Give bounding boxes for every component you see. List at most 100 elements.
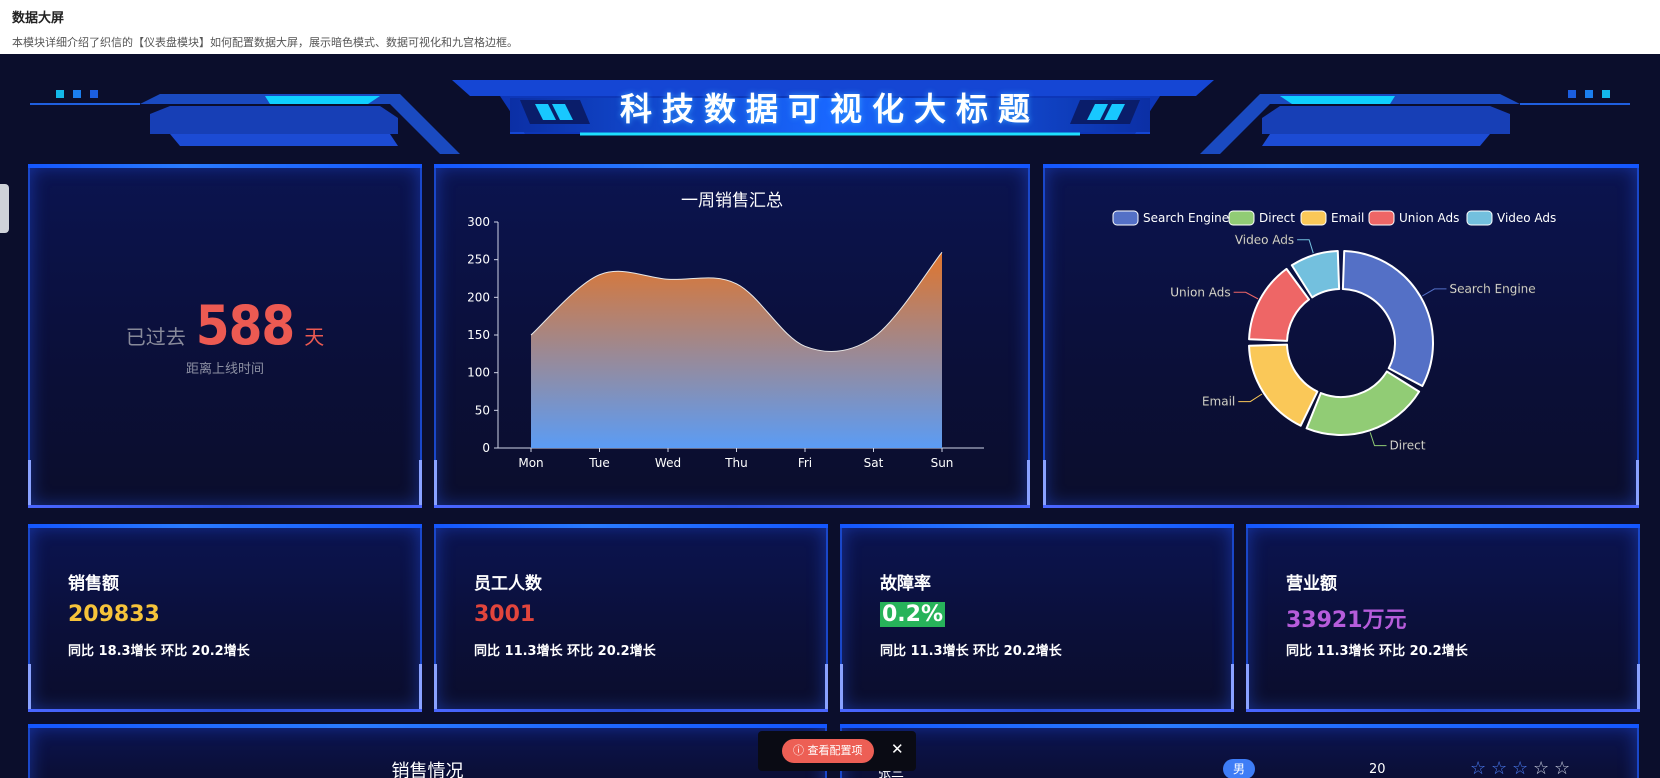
panel-corner [382, 664, 422, 712]
weekly-sales-panel: 一周销售汇总 0 50 100 150 200 250 300 Mon Tue Wed Thu Fri… [434, 164, 1030, 508]
config-toolbar: ⓘ 查看配置项 ✕ [758, 731, 916, 771]
rating-star-icon[interactable]: ☆ [1554, 758, 1570, 778]
stat-value: 0.2% [880, 602, 946, 627]
y-tick-label: 0 [482, 441, 490, 455]
label-leader [1238, 393, 1263, 403]
slice-label: Video Ads [1235, 233, 1294, 247]
panel-corner [788, 664, 828, 712]
y-tick-label: 50 [475, 403, 490, 417]
panel-corner [28, 460, 50, 508]
countdown-value: 588 [195, 294, 295, 357]
countdown: 已过去 588 天 [30, 294, 420, 357]
legend-swatch [1228, 210, 1255, 226]
chart-title: 一周销售汇总 [681, 191, 783, 211]
panel-corner [1599, 460, 1639, 508]
panel-corner [28, 664, 50, 712]
stat-card: 员工人数 3001 同比 11.3增长 环比 20.2增长 [434, 524, 828, 712]
rating-star-icon[interactable]: ☆ [1491, 758, 1507, 778]
help-icon: ⓘ [793, 744, 808, 757]
legend-label: Search Engine [1143, 211, 1229, 225]
staff-table-panel: 张三 男 20 ☆ ☆ ☆ ☆ ☆ [840, 724, 1639, 778]
dashboard-screen: 科技数据可视化大标题 已过去 588 天 距离上线时间 一周销售汇总 0 50 100 1… [0, 54, 1660, 778]
close-icon[interactable]: ✕ [891, 740, 904, 758]
y-tick-label: 100 [467, 366, 490, 380]
legend-item[interactable]: Video Ads [1466, 210, 1556, 226]
area-series-fill [531, 252, 942, 448]
stat-trend: 同比 18.3增长 环比 20.2增长 [68, 644, 250, 659]
panel-corner [1043, 460, 1065, 508]
panel-corner [434, 664, 456, 712]
donut-slice[interactable] [1248, 343, 1319, 427]
stat-label: 故障率 [880, 574, 931, 594]
stat-card: 营业额 33921万元 同比 11.3增长 环比 20.2增长 [1246, 524, 1640, 712]
label-leader [1422, 288, 1447, 297]
slice-label: Union Ads [1170, 285, 1230, 299]
stat-label: 营业额 [1286, 574, 1337, 594]
panel-corner [840, 664, 862, 712]
panel-corner [382, 460, 422, 508]
y-tick-label: 250 [467, 253, 490, 267]
page-header: 数据大屏 本模块详细介绍了织信的【仪表盘模块】如何配置数据大屏，展示暗色模式、数… [0, 0, 1660, 54]
legend-swatch [1368, 210, 1395, 226]
stat-label: 销售额 [68, 574, 119, 594]
slice-label: Search Engine [1449, 282, 1535, 296]
legend-item[interactable]: Search Engine [1112, 210, 1229, 226]
x-tick-label: Mon [518, 456, 543, 470]
sales-situation-panel: 销售情况 [28, 724, 827, 778]
label-leader [1233, 291, 1259, 300]
stat-trend: 同比 11.3增长 环比 20.2增长 [880, 644, 1062, 659]
stat-value: 209833 [68, 602, 160, 627]
panel-corner [990, 460, 1030, 508]
stat-value: 33921万元 [1286, 608, 1407, 633]
stat-card: 故障率 0.2% 同比 11.3增长 环比 20.2增长 [840, 524, 1234, 712]
label-leader [1369, 432, 1387, 447]
stat-trend: 同比 11.3增长 环比 20.2增长 [474, 644, 656, 659]
panel-corner [1194, 664, 1234, 712]
legend-label: Email [1331, 211, 1364, 225]
legend-label: Video Ads [1497, 211, 1556, 225]
label-leader [1297, 239, 1314, 254]
traffic-source-panel: Search Engine Direct Email Union Ads Video A… [1043, 164, 1639, 508]
y-tick-label: 150 [467, 328, 490, 342]
x-tick-label: Tue [588, 456, 610, 470]
panel-corner [1600, 664, 1640, 712]
legend-item[interactable]: Direct [1228, 210, 1295, 226]
stat-label: 员工人数 [474, 574, 542, 594]
legend-label: Direct [1259, 211, 1295, 225]
slice-label: Direct [1390, 439, 1426, 453]
page-description: 本模块详细介绍了织信的【仪表盘模块】如何配置数据大屏，展示暗色模式、数据可视化和… [12, 36, 518, 49]
stat-trend: 同比 11.3增长 环比 20.2增长 [1286, 644, 1468, 659]
view-config-button[interactable]: ⓘ 查看配置项 [782, 739, 874, 763]
countdown-prefix: 已过去 [125, 325, 186, 349]
legend-swatch [1466, 210, 1493, 226]
donut-chart: Search Engine Direct Email Union Ads Video A… [1112, 210, 1556, 453]
x-tick-label: Thu [724, 456, 748, 470]
legend-item[interactable]: Email [1300, 210, 1364, 226]
stat-card: 销售额 209833 同比 18.3增长 环比 20.2增长 [28, 524, 422, 712]
panel-corner [1246, 664, 1268, 712]
x-tick-label: Sun [931, 456, 954, 470]
donut-slice[interactable] [1341, 250, 1434, 388]
legend-swatch [1300, 210, 1327, 226]
x-tick-label: Sat [864, 456, 884, 470]
slice-label: Email [1202, 395, 1235, 409]
countdown-panel: 已过去 588 天 距离上线时间 [28, 164, 422, 508]
x-tick-label: Wed [655, 456, 681, 470]
panel-corner [434, 460, 456, 508]
x-tick-label: Fri [798, 456, 812, 470]
gender-badge: 男 [1223, 759, 1255, 778]
sales-situation-title: 销售情况 [391, 761, 464, 778]
side-drag-handle[interactable] [0, 184, 9, 233]
rating-star-icon[interactable]: ☆ [1470, 758, 1486, 778]
rating-star-icon[interactable]: ☆ [1512, 758, 1528, 778]
area-chart: 一周销售汇总 0 50 100 150 200 250 300 Mon Tue Wed Thu Fri… [467, 191, 984, 470]
banner-title: 科技数据可视化大标题 [619, 90, 1040, 128]
page-title: 数据大屏 [12, 11, 65, 26]
rating-star-icon[interactable]: ☆ [1533, 758, 1549, 778]
legend-label: Union Ads [1399, 211, 1459, 225]
donut-slice[interactable] [1305, 370, 1421, 436]
y-tick-label: 300 [467, 215, 490, 229]
legend-item[interactable]: Union Ads [1368, 210, 1459, 226]
countdown-subtitle: 距离上线时间 [185, 362, 264, 377]
countdown-unit: 天 [304, 325, 325, 349]
